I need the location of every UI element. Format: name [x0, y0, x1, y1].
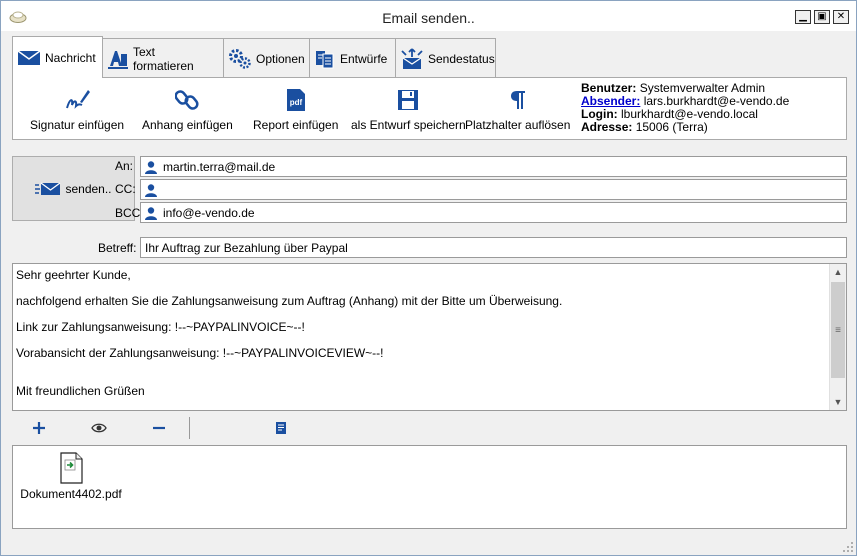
ribbon-label: Anhang einfügen — [142, 118, 233, 132]
bcc-value: info@e-vendo.de — [163, 205, 255, 220]
minus-icon — [153, 426, 165, 430]
status-bar — [1, 533, 856, 555]
address-label: Adresse: — [581, 120, 633, 134]
pilcrow-icon — [510, 91, 525, 109]
window-title: Email senden.. — [382, 10, 475, 26]
send-status-icon — [401, 47, 423, 69]
minimize-button[interactable]: ▁ — [795, 10, 811, 24]
attachment-list: Dokument4402.pdf — [12, 445, 847, 529]
scroll-down-icon[interactable]: ▼ — [830, 394, 846, 410]
attachment-item[interactable]: Dokument4402.pdf — [20, 452, 122, 501]
insert-attachment-button[interactable]: Anhang einfügen — [142, 88, 233, 132]
ribbon-panel: Signatur einfügen Anhang einfügen pdf Re… — [12, 77, 847, 140]
resolve-placeholder-button[interactable]: Platzhalter auflösen — [465, 88, 570, 132]
tab-label: Entwürfe — [340, 51, 388, 66]
close-button[interactable]: ✕ — [833, 10, 849, 24]
plus-icon — [33, 422, 45, 434]
login-label: Login: — [581, 107, 618, 121]
address-value: 15006 (Terra) — [635, 120, 708, 134]
tab-optionen[interactable]: Optionen — [223, 38, 310, 78]
pdf-icon: pdf — [286, 89, 305, 111]
subject-value: Ihr Auftrag zur Bezahlung über Paypal — [145, 240, 348, 255]
ribbon-label: Platzhalter auflösen — [465, 118, 571, 132]
tab-nachricht[interactable]: Nachricht — [12, 36, 103, 78]
tab-label: Sendestatus — [428, 51, 495, 66]
to-label: An: — [115, 159, 134, 173]
eye-icon — [91, 423, 107, 433]
document-settings-icon — [276, 422, 286, 434]
person-icon — [145, 206, 157, 220]
cc-label: CC: — [115, 182, 136, 196]
sender-link[interactable]: Absender: — [581, 94, 640, 108]
tab-bar: Nachricht Text formatieren Optionen Entw… — [12, 36, 496, 78]
pdf-file-icon — [60, 452, 83, 484]
documents-icon — [316, 50, 334, 68]
user-value: Systemverwalter Admin — [639, 81, 766, 95]
insert-signature-button[interactable]: Signatur einfügen — [30, 88, 124, 132]
subject-label: Betreff: — [98, 241, 137, 255]
sender-value: lars.burkhardt@e-vendo.de — [643, 94, 790, 108]
ribbon-label: Report einfügen — [253, 118, 339, 132]
gears-icon — [229, 48, 251, 69]
body-line: Mit freundlichen Grüßen — [16, 384, 145, 398]
person-icon — [145, 183, 157, 197]
tab-label: Optionen — [256, 51, 305, 66]
body-line: Link zur Zahlungsanweisung: !--~PAYPALIN… — [16, 320, 305, 334]
signature-pen-icon — [66, 90, 91, 109]
login-value: lburkhardt@e-vendo.local — [621, 107, 758, 121]
resize-grip-icon[interactable] — [842, 541, 854, 553]
scroll-thumb[interactable]: ≡ — [831, 282, 845, 378]
tab-label: Nachricht — [45, 50, 96, 65]
chain-link-icon — [175, 90, 199, 110]
body-line: nachfolgend erhalten Sie die Zahlungsanw… — [16, 294, 563, 308]
tab-text-formatieren[interactable]: Text formatieren — [102, 38, 224, 78]
body-line: Vorabansicht der Zahlungsanweisung: !--~… — [16, 346, 384, 360]
to-field[interactable]: martin.terra@mail.de — [140, 156, 847, 177]
to-value: martin.terra@mail.de — [163, 159, 276, 174]
user-info: Benutzer: Systemverwalter Admin Absender… — [581, 82, 789, 134]
remove-attachment-button[interactable] — [148, 418, 170, 438]
ribbon-label: als Entwurf speichern — [351, 118, 466, 132]
insert-report-button[interactable]: pdf Report einfügen — [253, 88, 338, 132]
envelope-icon — [17, 49, 41, 65]
send-label: senden.. — [65, 181, 112, 196]
user-label: Benutzer: — [581, 81, 637, 95]
scroll-up-icon[interactable]: ▲ — [830, 264, 846, 280]
body-line: Sehr geehrter Kunde, — [16, 268, 131, 282]
maximize-button[interactable]: ▣ — [814, 10, 830, 24]
title-bar[interactable]: Email senden.. ▁ ▣ ✕ — [1, 1, 856, 31]
ribbon-label: Signatur einfügen — [30, 118, 125, 132]
floppy-disk-icon — [398, 90, 419, 110]
body-line — [16, 372, 826, 384]
person-icon — [145, 160, 157, 174]
cc-field[interactable] — [140, 179, 847, 200]
add-attachment-button[interactable] — [28, 418, 50, 438]
send-mail-icon — [35, 181, 61, 195]
attachment-toolbar — [12, 415, 847, 441]
svg-text:pdf: pdf — [289, 98, 302, 107]
body-scrollbar[interactable]: ▲ ≡ ▼ — [829, 264, 846, 410]
attachment-settings-button[interactable] — [270, 418, 292, 438]
preview-attachment-button[interactable] — [88, 418, 110, 438]
text-format-icon — [108, 50, 128, 69]
bcc-field[interactable]: info@e-vendo.de — [140, 202, 847, 223]
subject-input[interactable]: Ihr Auftrag zur Bezahlung über Paypal — [140, 237, 847, 258]
attachment-name: Dokument4402.pdf — [20, 487, 122, 501]
tab-label: Text formatieren — [133, 44, 194, 73]
save-draft-button[interactable]: als Entwurf speichern — [351, 88, 466, 132]
tab-entwuerfe[interactable]: Entwürfe — [309, 38, 396, 78]
message-body-editor[interactable]: Sehr geehrter Kunde, nachfolgend erhalte… — [12, 263, 847, 411]
email-send-window: Email senden.. ▁ ▣ ✕ Nachricht Text form… — [0, 0, 857, 556]
toolbar-divider — [189, 417, 190, 439]
tab-sendestatus[interactable]: Sendestatus — [395, 38, 496, 78]
